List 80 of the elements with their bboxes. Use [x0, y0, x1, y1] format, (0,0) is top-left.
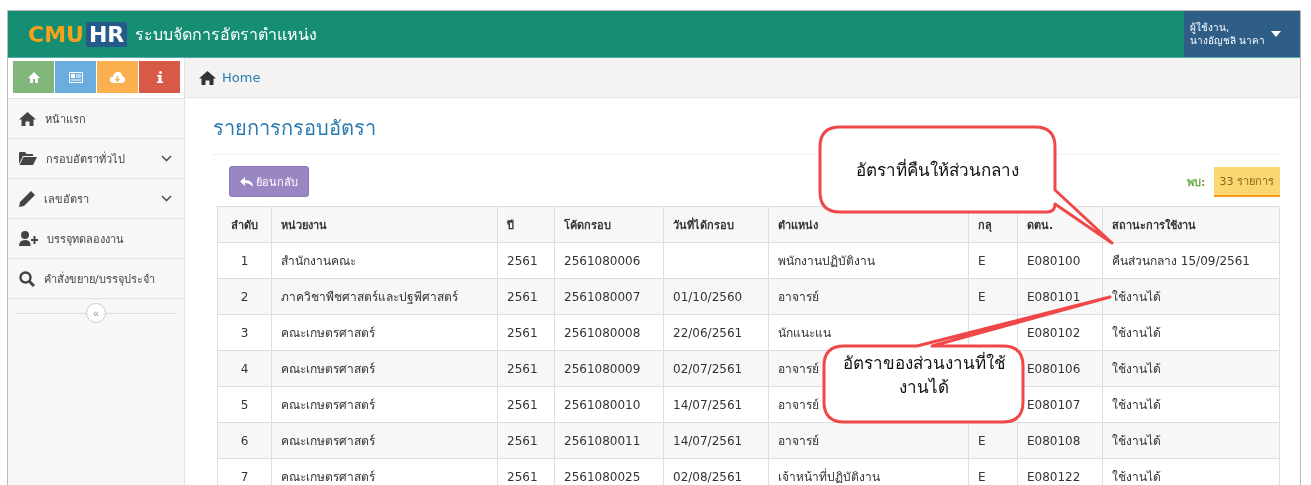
table-cell: 02/07/2561 — [663, 350, 769, 387]
reply-arrow-icon — [240, 176, 253, 187]
table-cell: 01/10/2560 — [663, 278, 769, 315]
table-cell: 1 — [217, 242, 272, 279]
table-cell: E — [968, 422, 1018, 459]
app-title: ระบบจัดการอัตราตำแหน่ง — [135, 23, 318, 46]
table-cell: ใช้งานได้ — [1102, 350, 1280, 387]
table-cell: 3 — [217, 314, 272, 351]
table-cell: 2561 — [497, 314, 555, 351]
column-header: โค้ดกรอบ — [554, 206, 664, 243]
table-cell: 14/07/2561 — [663, 422, 769, 459]
table-cell: คณะเกษตรศาสตร์ — [271, 422, 498, 459]
cloud-download-icon — [110, 71, 125, 83]
table-cell: อาจารย์ — [768, 422, 969, 459]
table-cell: 5 — [217, 386, 272, 423]
shortcut-button[interactable] — [13, 61, 54, 93]
pencil-icon — [19, 190, 35, 207]
table-cell: คืนส่วนกลาง 15/09/2561 — [1102, 242, 1280, 279]
table-cell: 2561080011 — [554, 422, 664, 459]
table-cell: คณะเกษตรศาสตร์ — [271, 350, 498, 387]
table-cell: ใช้งานได้ — [1102, 422, 1280, 459]
found-label: พบ: — [1187, 174, 1206, 191]
table-cell: ใช้งานได้ — [1102, 458, 1280, 485]
table-cell: 2561080010 — [554, 386, 664, 423]
table-cell: อาจารย์ — [768, 278, 969, 315]
table-cell: 2561080025 — [554, 458, 664, 485]
home-icon — [27, 71, 40, 83]
table-cell: 2561 — [497, 278, 555, 315]
table-cell: คณะเกษตรศาสตร์ — [271, 314, 498, 351]
table-cell: 2561080009 — [554, 350, 664, 387]
caret-icon — [1271, 31, 1282, 37]
shortcut-button[interactable] — [139, 61, 180, 93]
table-cell: E — [968, 242, 1018, 279]
home-icon — [199, 70, 216, 85]
table-cell: 14/07/2561 — [663, 386, 769, 423]
table-cell: พนักงานปฏิบัติงาน — [768, 242, 969, 279]
table-cell: เจ้าหน้าที่ปฏิบัติงาน — [768, 458, 969, 485]
search-icon — [19, 270, 35, 287]
home-icon — [19, 111, 36, 126]
column-header: สถานะการใช้งาน — [1102, 206, 1280, 243]
table-cell: 2561 — [497, 350, 555, 387]
table-cell: E — [968, 278, 1018, 315]
column-header: วันที่ได้กรอบ — [663, 206, 769, 243]
callout-text: อัตราที่คืนให้ส่วนกลาง — [855, 157, 1020, 182]
table-cell: 6 — [217, 422, 272, 459]
table-cell: E080108 — [1017, 422, 1103, 459]
table-cell: ใช้งานได้ — [1102, 386, 1280, 423]
breadcrumb-link[interactable]: Home — [222, 70, 261, 85]
table-cell: สำนักงานคณะ — [271, 242, 498, 279]
table-cell: 2561 — [497, 242, 555, 279]
shortcut-button[interactable] — [97, 61, 138, 93]
newspaper-icon — [68, 71, 83, 83]
table-cell: 02/08/2561 — [663, 458, 769, 485]
column-header: ลำดับ — [217, 206, 272, 243]
logo-badge: HR — [85, 21, 128, 47]
folder-icon — [19, 152, 37, 165]
table-cell: E080100 — [1017, 242, 1103, 279]
table-cell: 2561080006 — [554, 242, 664, 279]
table-cell: 2561080008 — [554, 314, 664, 351]
shortcut-button[interactable] — [55, 61, 96, 93]
table-cell: E080122 — [1017, 458, 1103, 485]
table-cell: ภาควิชาพืชศาสตร์และปฐพีศาสตร์ — [271, 278, 498, 315]
table-cell: 2561 — [497, 386, 555, 423]
info-icon — [156, 71, 163, 83]
table-cell: คณะเกษตรศาสตร์ — [271, 458, 498, 485]
table-cell: ใช้งานได้ — [1102, 278, 1280, 315]
result-count: 33 รายการ — [1213, 166, 1280, 197]
table-cell: 4 — [217, 350, 272, 387]
column-header: ปี — [497, 206, 555, 243]
table-cell: 2561 — [497, 422, 555, 459]
add-user-icon — [19, 231, 38, 246]
table-cell: ใช้งานได้ — [1102, 314, 1280, 351]
logo-text: CMU — [28, 21, 84, 47]
table-cell: 22/06/2561 — [663, 314, 769, 351]
column-header: หน่วยงาน — [271, 206, 498, 243]
table-cell: 2 — [217, 278, 272, 315]
table-cell: คณะเกษตรศาสตร์ — [271, 386, 498, 423]
table-cell: 2561080007 — [554, 278, 664, 315]
table-cell: 7 — [217, 458, 272, 485]
user-menu[interactable]: ผู้ใช้งาน, นางอัญชลิ นาคา — [1184, 11, 1300, 57]
